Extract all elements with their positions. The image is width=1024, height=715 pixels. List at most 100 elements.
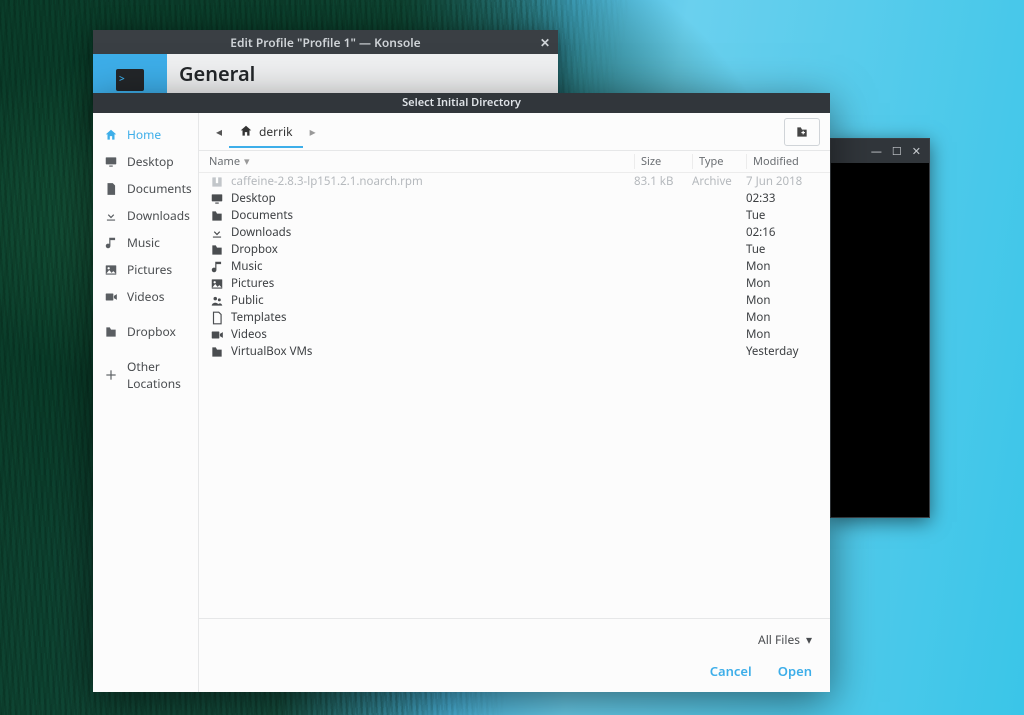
file-modified: Tue bbox=[746, 208, 820, 223]
pictures-icon bbox=[209, 277, 225, 291]
sidebar-item-dropbox[interactable]: Dropbox bbox=[93, 318, 198, 345]
minimize-icon[interactable]: — bbox=[871, 144, 882, 159]
sidebar-item-label: Music bbox=[127, 234, 160, 251]
pictures-icon bbox=[103, 262, 119, 278]
file-modified: Mon bbox=[746, 293, 820, 308]
terminal-window: — ☐ ✕ bbox=[830, 138, 930, 518]
file-size: 83.1 kB bbox=[634, 174, 692, 189]
sidebar-item-music[interactable]: Music bbox=[93, 229, 198, 256]
places-sidebar: Home Desktop Documents Downloads Music Pictur… bbox=[93, 113, 199, 692]
sidebar-item-label: Videos bbox=[127, 288, 164, 305]
file-main-panel: ◂ derrik ▸ Name ▾ Size Type bbox=[199, 113, 830, 692]
downloads-icon bbox=[103, 208, 119, 224]
terminal-titlebar: — ☐ ✕ bbox=[831, 139, 929, 163]
dialog-title: Select Initial Directory bbox=[402, 95, 521, 110]
sidebar-item-label: Pictures bbox=[127, 261, 172, 278]
filter-label: All Files bbox=[758, 631, 800, 648]
file-modified: Mon bbox=[746, 310, 820, 325]
column-header-modified[interactable]: Modified bbox=[746, 154, 820, 169]
file-type-filter[interactable]: All Files ▾ bbox=[758, 631, 812, 648]
folder-icon bbox=[209, 243, 225, 257]
chevron-down-icon: ▾ bbox=[806, 631, 812, 648]
column-header-type[interactable]: Type bbox=[692, 154, 746, 169]
sidebar-item-label: Documents bbox=[127, 180, 192, 197]
music-icon bbox=[209, 260, 225, 274]
list-item[interactable]: caffeine-2.8.3-lp151.2.1.noarch.rpm83.1 … bbox=[209, 173, 820, 190]
nav-back-button[interactable]: ◂ bbox=[209, 123, 229, 140]
list-item[interactable]: Public Mon bbox=[209, 292, 820, 309]
new-folder-button[interactable] bbox=[784, 118, 820, 146]
public-icon bbox=[209, 294, 225, 308]
downloads-icon bbox=[209, 226, 225, 240]
cancel-button[interactable]: Cancel bbox=[710, 662, 752, 680]
close-icon[interactable]: ✕ bbox=[912, 144, 921, 159]
list-item[interactable]: VideosMon bbox=[209, 326, 820, 343]
sort-indicator-icon: ▾ bbox=[244, 154, 250, 169]
open-button[interactable]: Open bbox=[778, 662, 812, 680]
sidebar-item-videos[interactable]: Videos bbox=[93, 283, 198, 310]
section-heading: General bbox=[179, 60, 546, 87]
file-name: Videos bbox=[231, 327, 634, 342]
list-item[interactable]: Desktop 02:33 bbox=[209, 190, 820, 207]
file-name: VirtualBox VMs bbox=[231, 344, 634, 359]
desktop-icon bbox=[209, 192, 225, 206]
file-name: Downloads bbox=[231, 225, 634, 240]
file-list-header: Name ▾ Size Type Modified bbox=[199, 151, 830, 173]
videos-icon bbox=[209, 328, 225, 342]
sidebar-item-home[interactable]: Home bbox=[93, 121, 198, 148]
file-name: Pictures bbox=[231, 276, 634, 291]
path-segment-home[interactable]: derrik bbox=[229, 117, 303, 148]
column-header-size[interactable]: Size bbox=[634, 154, 692, 169]
sidebar-item-label: Dropbox bbox=[127, 323, 176, 340]
list-item[interactable]: DropboxTue bbox=[209, 241, 820, 258]
file-chooser-dialog: Select Initial Directory HomeDesktopDocu… bbox=[93, 93, 830, 692]
plus-icon bbox=[103, 367, 119, 383]
maximize-icon[interactable]: ☐ bbox=[892, 144, 902, 159]
file-icon bbox=[209, 311, 225, 325]
file-type: Archive bbox=[692, 174, 746, 189]
list-item[interactable]: TemplatesMon bbox=[209, 309, 820, 326]
folder-icon bbox=[103, 324, 119, 340]
list-item[interactable]: VirtualBox VMs Yesterday bbox=[209, 343, 820, 360]
file-modified: Mon bbox=[746, 276, 820, 291]
music-icon bbox=[103, 235, 119, 251]
terminal-icon bbox=[116, 69, 144, 91]
edit-profile-titlebar[interactable]: Edit Profile "Profile 1" — Konsole ✕ bbox=[93, 30, 558, 54]
column-header-name[interactable]: Name ▾ bbox=[209, 154, 634, 169]
file-modified: Tue bbox=[746, 242, 820, 257]
home-icon bbox=[239, 124, 253, 138]
sidebar-item-label: Desktop bbox=[127, 153, 174, 170]
nav-forward-button[interactable]: ▸ bbox=[303, 123, 323, 140]
sidebar-item-label: Home bbox=[127, 126, 161, 143]
file-modified: 02:33 bbox=[746, 191, 820, 206]
folder-icon bbox=[209, 345, 225, 359]
file-name: Music bbox=[231, 259, 634, 274]
path-segment-label: derrik bbox=[259, 123, 293, 140]
dialog-footer: All Files ▾ Cancel Open bbox=[199, 618, 830, 692]
path-bar: ◂ derrik ▸ bbox=[199, 113, 830, 151]
file-name: Public bbox=[231, 293, 634, 308]
file-name: caffeine-2.8.3-lp151.2.1.noarch.rpm bbox=[231, 174, 634, 189]
file-list[interactable]: caffeine-2.8.3-lp151.2.1.noarch.rpm83.1 … bbox=[199, 173, 830, 618]
file-modified: Yesterday bbox=[746, 344, 820, 359]
list-item[interactable]: Documents Tue bbox=[209, 207, 820, 224]
documents-icon bbox=[103, 181, 119, 197]
folder-icon bbox=[209, 209, 225, 223]
sidebar-item-desktop[interactable]: Desktop bbox=[93, 148, 198, 175]
sidebar-item-label: Other Locations bbox=[127, 358, 188, 392]
file-modified: 7 Jun 2018 bbox=[746, 174, 820, 189]
sidebar-item-documents[interactable]: Documents bbox=[93, 175, 198, 202]
file-modified: Mon bbox=[746, 259, 820, 274]
close-icon[interactable]: ✕ bbox=[540, 34, 550, 51]
videos-icon bbox=[103, 289, 119, 305]
file-name: Documents bbox=[231, 208, 634, 223]
list-item[interactable]: Downloads02:16 bbox=[209, 224, 820, 241]
list-item[interactable]: Music Mon bbox=[209, 258, 820, 275]
edit-profile-title: Edit Profile "Profile 1" — Konsole bbox=[230, 34, 420, 51]
file-name: Desktop bbox=[231, 191, 634, 206]
sidebar-item-pictures[interactable]: Pictures bbox=[93, 256, 198, 283]
sidebar-item-other-locations[interactable]: Other Locations bbox=[93, 353, 198, 397]
dialog-titlebar[interactable]: Select Initial Directory bbox=[93, 93, 830, 113]
sidebar-item-downloads[interactable]: Downloads bbox=[93, 202, 198, 229]
list-item[interactable]: Pictures Mon bbox=[209, 275, 820, 292]
